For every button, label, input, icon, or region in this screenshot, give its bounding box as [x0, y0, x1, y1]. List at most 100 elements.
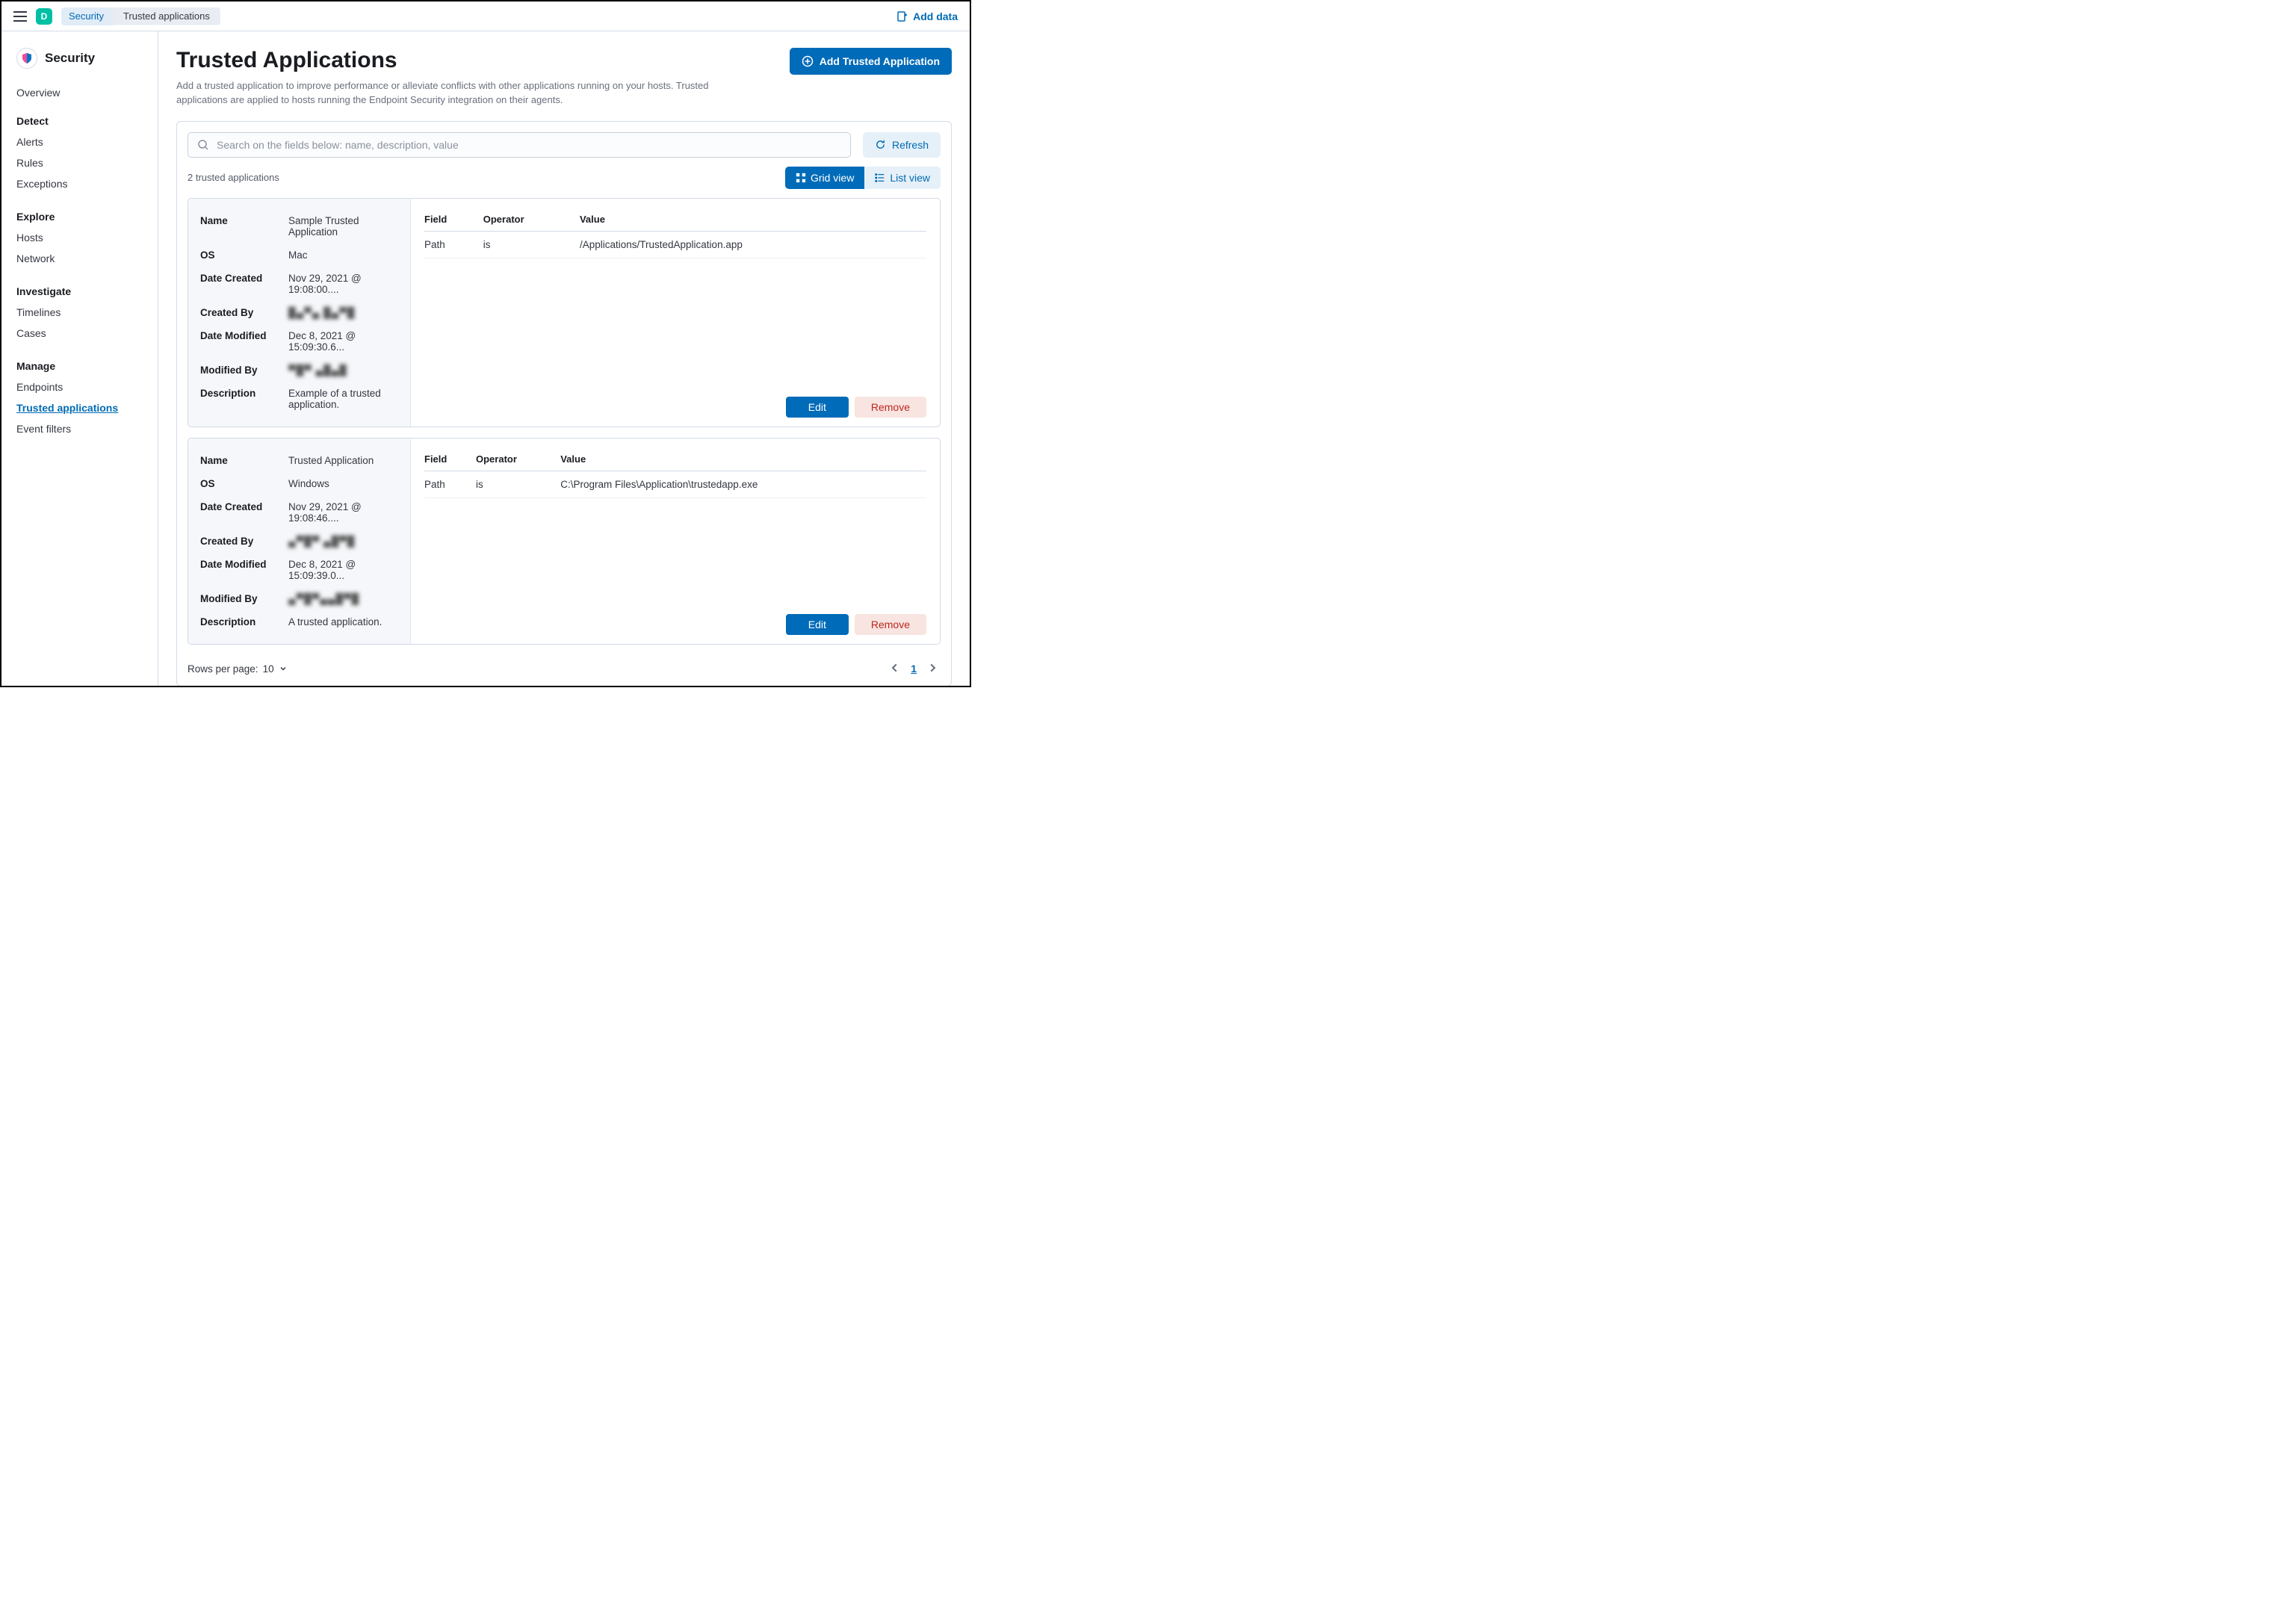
label-description: Description: [200, 388, 288, 399]
value-date-created: Nov 29, 2021 @ 19:08:00....: [288, 273, 398, 295]
condition-field: Path: [424, 231, 483, 258]
search-box[interactable]: [188, 132, 851, 158]
label-modified-by: Modified By: [200, 365, 288, 376]
card-conditions: Field Operator Value Path is /Applicatio…: [411, 199, 940, 427]
sidebar-item-rules[interactable]: Rules: [1, 152, 158, 173]
grid-view-button[interactable]: Grid view: [785, 167, 864, 189]
label-date-modified: Date Modified: [200, 330, 288, 341]
view-toggle: Grid view List view: [785, 167, 941, 189]
result-count: 2 trusted applications: [188, 172, 279, 183]
col-operator: Operator: [483, 209, 580, 232]
sidebar-item-overview[interactable]: Overview: [1, 82, 158, 103]
sidebar-item-trusted-applications[interactable]: Trusted applications: [1, 397, 158, 418]
col-field: Field: [424, 449, 476, 471]
col-field: Field: [424, 209, 483, 232]
card-summary: NameTrusted Application OSWindows Date C…: [188, 438, 411, 644]
sidebar-item-endpoints[interactable]: Endpoints: [1, 376, 158, 397]
pagination-page-current[interactable]: 1: [911, 663, 917, 675]
edit-button[interactable]: Edit: [786, 397, 849, 418]
sidebar-item-event-filters[interactable]: Event filters: [1, 418, 158, 439]
value-date-modified: Dec 8, 2021 @ 15:09:39.0...: [288, 559, 398, 581]
value-name: Trusted Application: [288, 455, 374, 466]
main-content: Trusted Applications Add a trusted appli…: [158, 31, 970, 686]
col-value: Value: [560, 449, 926, 471]
sidebar: Security Overview Detect Alerts Rules Ex…: [1, 31, 158, 686]
sidebar-item-alerts[interactable]: Alerts: [1, 131, 158, 152]
sidebar-group-manage: Manage: [1, 353, 158, 376]
sidebar-item-network[interactable]: Network: [1, 248, 158, 269]
sidebar-item-timelines[interactable]: Timelines: [1, 302, 158, 323]
condition-row: Path is C:\Program Files\Application\tru…: [424, 471, 926, 498]
label-created-by: Created By: [200, 536, 288, 547]
label-date-created: Date Created: [200, 501, 288, 512]
condition-operator: is: [476, 471, 560, 498]
sidebar-app-title: Security: [1, 46, 158, 82]
shield-icon: [16, 48, 37, 69]
value-created-by: █▄▀▄ █▄▀█: [288, 307, 355, 318]
condition-row: Path is /Applications/TrustedApplication…: [424, 231, 926, 258]
pagination-prev[interactable]: [887, 660, 903, 678]
value-name: Sample Trusted Application: [288, 215, 398, 238]
condition-operator: is: [483, 231, 580, 258]
condition-field: Path: [424, 471, 476, 498]
list-view-button[interactable]: List view: [864, 167, 941, 189]
sidebar-group-detect: Detect: [1, 108, 158, 131]
search-input[interactable]: [217, 139, 841, 151]
breadcrumb-security[interactable]: Security: [61, 7, 114, 25]
remove-button[interactable]: Remove: [855, 397, 926, 418]
space-badge[interactable]: D: [36, 8, 52, 25]
label-date-created: Date Created: [200, 273, 288, 284]
breadcrumb-current: Trusted applications: [110, 7, 220, 25]
value-created-by: ▄▀█▀ ▄█▀█: [288, 536, 355, 547]
value-date-created: Nov 29, 2021 @ 19:08:46....: [288, 501, 398, 524]
chevron-left-icon: [890, 663, 900, 673]
rows-per-page-selector[interactable]: Rows per page: 10: [188, 663, 288, 675]
trusted-app-card: NameSample Trusted Application OSMac Dat…: [188, 198, 941, 427]
card-conditions: Field Operator Value Path is C:\Program …: [411, 438, 940, 644]
pagination: 1: [887, 660, 941, 678]
label-modified-by: Modified By: [200, 593, 288, 604]
value-modified-by: ▀█▀ ▄█▄█: [288, 365, 347, 376]
add-data-link[interactable]: Add data: [896, 10, 958, 22]
pagination-next[interactable]: [924, 660, 941, 678]
refresh-button[interactable]: Refresh: [863, 132, 941, 158]
sidebar-item-hosts[interactable]: Hosts: [1, 227, 158, 248]
label-name: Name: [200, 455, 288, 466]
label-date-modified: Date Modified: [200, 559, 288, 570]
plus-circle-icon: [802, 55, 814, 67]
sidebar-item-cases[interactable]: Cases: [1, 323, 158, 344]
edit-button[interactable]: Edit: [786, 614, 849, 635]
condition-value: /Applications/TrustedApplication.app: [580, 231, 926, 258]
card-summary: NameSample Trusted Application OSMac Dat…: [188, 199, 411, 427]
value-description: A trusted application.: [288, 616, 382, 627]
label-os: OS: [200, 478, 288, 489]
sidebar-item-exceptions[interactable]: Exceptions: [1, 173, 158, 194]
label-name: Name: [200, 215, 288, 226]
value-os: Mac: [288, 250, 308, 261]
remove-button[interactable]: Remove: [855, 614, 926, 635]
col-operator: Operator: [476, 449, 560, 471]
refresh-icon: [875, 139, 886, 150]
label-created-by: Created By: [200, 307, 288, 318]
conditions-table: Field Operator Value Path is C:\Program …: [424, 449, 926, 498]
conditions-table: Field Operator Value Path is /Applicatio…: [424, 209, 926, 258]
grid-icon: [796, 173, 806, 183]
content-panel: Refresh 2 trusted applications Grid view…: [176, 121, 952, 686]
sidebar-group-explore: Explore: [1, 203, 158, 227]
chevron-right-icon: [927, 663, 938, 673]
value-description: Example of a trusted application.: [288, 388, 398, 410]
list-icon: [875, 173, 885, 183]
value-modified-by: ▄▀█▀▄▄█▀█: [288, 593, 359, 604]
condition-value: C:\Program Files\Application\trustedapp.…: [560, 471, 926, 498]
label-os: OS: [200, 250, 288, 261]
trusted-app-card: NameTrusted Application OSWindows Date C…: [188, 438, 941, 645]
page-description: Add a trusted application to improve per…: [176, 79, 760, 108]
label-description: Description: [200, 616, 288, 627]
add-data-icon: [896, 10, 908, 22]
value-date-modified: Dec 8, 2021 @ 15:09:30.6...: [288, 330, 398, 353]
menu-icon[interactable]: [13, 11, 27, 22]
search-icon: [197, 139, 209, 151]
chevron-down-icon: [279, 664, 288, 673]
add-trusted-application-button[interactable]: Add Trusted Application: [790, 48, 952, 75]
value-os: Windows: [288, 478, 329, 489]
